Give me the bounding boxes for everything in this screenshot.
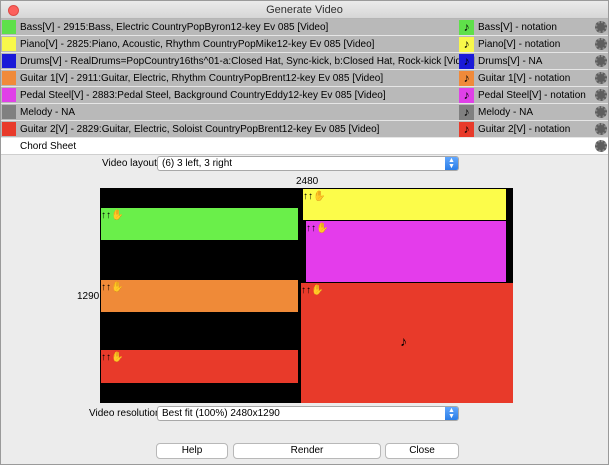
track-color-swatch[interactable] bbox=[2, 88, 16, 102]
track-label: Piano[V] - 2825:Piano, Acoustic, Rhythm … bbox=[20, 39, 375, 50]
track-color-swatch[interactable] bbox=[2, 20, 16, 34]
chevron-updown-icon: ▲ ▼ bbox=[445, 407, 458, 420]
music-note-icon[interactable]: ♪ bbox=[459, 71, 474, 86]
track-list: Bass[V] - 2915:Bass, Electric CountryPop… bbox=[1, 19, 608, 155]
track-row[interactable]: Drums[V] - RealDrums=PopCountry16ths^01-… bbox=[1, 53, 608, 70]
preview-width-label: 2480 bbox=[296, 176, 319, 187]
notation-label: Bass[V] - notation bbox=[478, 22, 557, 33]
gear-icon[interactable] bbox=[595, 89, 607, 101]
generate-video-window: Generate Video Bass[V] - 2915:Bass, Elec… bbox=[0, 0, 609, 465]
gear-icon[interactable] bbox=[595, 106, 607, 118]
move-resize-grip-icon[interactable]: ↑↑✋ bbox=[101, 210, 123, 221]
window-title: Generate Video bbox=[266, 4, 343, 16]
track-row[interactable]: Bass[V] - 2915:Bass, Electric CountryPop… bbox=[1, 19, 608, 36]
notation-label: Guitar 2[V] - notation bbox=[478, 124, 571, 135]
notation-label: Pedal Steel[V] - notation bbox=[478, 90, 586, 101]
title-bar: Generate Video bbox=[1, 1, 608, 19]
track-color-swatch[interactable] bbox=[2, 105, 16, 119]
track-label: Bass[V] - 2915:Bass, Electric CountryPop… bbox=[20, 22, 329, 33]
track-label: Chord Sheet bbox=[20, 141, 77, 152]
track-row[interactable]: Piano[V] - 2825:Piano, Acoustic, Rhythm … bbox=[1, 36, 608, 53]
move-resize-grip-icon[interactable]: ↑↑✋ bbox=[306, 223, 328, 234]
track-color-swatch[interactable] bbox=[2, 71, 16, 85]
track-color-swatch[interactable] bbox=[2, 54, 16, 68]
preview-pane-guitar1[interactable]: ↑↑✋ bbox=[101, 280, 298, 312]
track-label: Pedal Steel[V] - 2883:Pedal Steel, Backg… bbox=[20, 90, 386, 101]
preview-pane-pedal-steel[interactable]: ↑↑✋ bbox=[306, 221, 506, 282]
move-resize-grip-icon[interactable]: ↑↑✋ bbox=[101, 282, 123, 293]
gear-icon[interactable] bbox=[595, 55, 607, 67]
gear-icon[interactable] bbox=[595, 72, 607, 84]
track-label: Melody - NA bbox=[20, 107, 76, 118]
music-note-icon: ♪ bbox=[400, 333, 407, 349]
music-note-icon[interactable]: ♪ bbox=[459, 37, 474, 52]
notation-label: Drums[V] - NA bbox=[478, 56, 543, 67]
video-resolution-label: Video resolution bbox=[89, 408, 161, 419]
track-label: Guitar 2[V] - 2829:Guitar, Electric, Sol… bbox=[20, 124, 380, 135]
gear-icon[interactable] bbox=[595, 123, 607, 135]
music-note-icon[interactable]: ♪ bbox=[459, 105, 474, 120]
preview-height-label: 1290 bbox=[77, 291, 100, 302]
track-color-swatch[interactable] bbox=[2, 37, 16, 51]
track-row[interactable]: Guitar 1[V] - 2911:Guitar, Electric, Rhy… bbox=[1, 70, 608, 87]
render-button[interactable]: Render bbox=[233, 443, 381, 459]
music-note-icon[interactable]: ♪ bbox=[459, 20, 474, 35]
preview-pane-notation[interactable]: ↑↑✋ ♪ bbox=[301, 283, 513, 403]
video-resolution-select[interactable]: Best fit (100%) 2480x1290 ▲ ▼ bbox=[157, 406, 459, 421]
track-color-swatch[interactable] bbox=[2, 139, 16, 153]
video-resolution-value: Best fit (100%) 2480x1290 bbox=[162, 408, 280, 419]
move-resize-grip-icon[interactable]: ↑↑✋ bbox=[101, 352, 123, 363]
help-button[interactable]: Help bbox=[156, 443, 228, 459]
preview-pane-piano[interactable]: ↑↑✋ bbox=[303, 189, 506, 220]
track-row[interactable]: Pedal Steel[V] - 2883:Pedal Steel, Backg… bbox=[1, 87, 608, 104]
close-button[interactable]: Close bbox=[385, 443, 459, 459]
notation-label: Melody - NA bbox=[478, 107, 534, 118]
window-close-button[interactable] bbox=[8, 5, 19, 16]
track-row[interactable]: Chord Sheet bbox=[1, 138, 608, 155]
gear-icon[interactable] bbox=[595, 21, 607, 33]
notation-label: Guitar 1[V] - notation bbox=[478, 73, 571, 84]
track-label: Drums[V] - RealDrums=PopCountry16ths^01-… bbox=[20, 56, 475, 67]
music-note-icon[interactable]: ♪ bbox=[459, 88, 474, 103]
track-row[interactable]: Melody - NA ♪ Melody - NA bbox=[1, 104, 608, 121]
video-layout-value: (6) 3 left, 3 right bbox=[162, 158, 233, 169]
move-resize-grip-icon[interactable]: ↑↑✋ bbox=[303, 191, 325, 202]
notation-label: Piano[V] - notation bbox=[478, 39, 561, 50]
track-row[interactable]: Guitar 2[V] - 2829:Guitar, Electric, Sol… bbox=[1, 121, 608, 138]
music-note-icon[interactable]: ♪ bbox=[459, 54, 474, 69]
chevron-updown-icon: ▲ ▼ bbox=[445, 157, 458, 170]
gear-icon[interactable] bbox=[595, 38, 607, 50]
track-color-swatch[interactable] bbox=[2, 122, 16, 136]
video-layout-label: Video layout bbox=[102, 158, 157, 169]
video-layout-select[interactable]: (6) 3 left, 3 right ▲ ▼ bbox=[157, 156, 459, 171]
preview-pane-guitar2[interactable]: ↑↑✋ bbox=[101, 350, 298, 383]
track-label: Guitar 1[V] - 2911:Guitar, Electric, Rhy… bbox=[20, 73, 384, 84]
video-layout-preview: ↑↑✋ ↑↑✋ ↑↑✋ ↑↑✋ ↑↑✋ ↑↑✋ ♪ bbox=[100, 188, 513, 403]
move-resize-grip-icon[interactable]: ↑↑✋ bbox=[301, 285, 323, 296]
preview-pane-bass[interactable]: ↑↑✋ bbox=[101, 208, 298, 240]
music-note-icon[interactable]: ♪ bbox=[459, 122, 474, 137]
gear-icon[interactable] bbox=[595, 140, 607, 152]
